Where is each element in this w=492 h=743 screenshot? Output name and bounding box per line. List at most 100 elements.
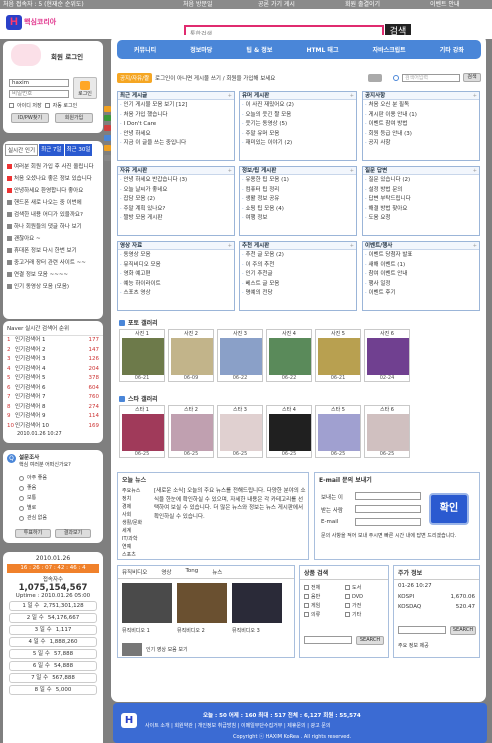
board-post-link[interactable]: 해결 방법 찾아요 xyxy=(365,205,477,215)
auto-login-checkbox[interactable] xyxy=(44,103,50,108)
board-post-link[interactable]: 유용한 팁 모음 (1) xyxy=(242,176,354,186)
news-category[interactable]: 세계 xyxy=(122,527,152,535)
site-logo[interactable]: H 핵심코리아 xyxy=(6,14,56,30)
more-icon[interactable]: + xyxy=(350,242,354,249)
result-button[interactable]: 결과보기 xyxy=(55,529,91,538)
shop-option[interactable]: 의류 xyxy=(304,611,343,618)
board-title[interactable]: 자유 게시판 xyxy=(120,167,147,174)
ranking-item[interactable]: 중고거래 장터 관련 사이트 ~~ xyxy=(7,257,99,269)
thumb-image[interactable] xyxy=(367,338,409,375)
gallery-thumb[interactable]: 스타 1 06-25 xyxy=(119,405,165,458)
nav-item[interactable]: 기타 강좌 xyxy=(440,45,464,54)
ranking-item[interactable]: 휴대폰 정보 다시 한번 보기 xyxy=(7,245,99,257)
gallery-thumb[interactable]: 스타 5 06-25 xyxy=(315,405,361,458)
search-rank-row[interactable]: 6 인기검색어 6 604 xyxy=(3,384,103,394)
star-icon[interactable] xyxy=(104,106,111,112)
poll-option[interactable]: 좋음 xyxy=(19,483,47,493)
news-category[interactable]: 정치 xyxy=(122,495,152,503)
info-icon[interactable] xyxy=(104,135,111,141)
poll-option[interactable]: 관심 없음 xyxy=(19,513,47,523)
ranking-item[interactable]: 하나 회원들의 댓글 하나 보기 xyxy=(7,221,99,233)
board-post-link[interactable]: 이벤트 후기 xyxy=(365,289,477,299)
board-post-link[interactable]: 잡담 모음 (2) xyxy=(120,195,232,205)
shop-option[interactable]: 가전 xyxy=(345,602,384,609)
search-rank-row[interactable]: 5 인기검색어 5 378 xyxy=(3,374,103,384)
board-title[interactable]: 정보/팁 게시판 xyxy=(242,167,276,174)
board-post-link[interactable]: 인기 게시물 모음 보기 [12] xyxy=(120,101,232,111)
board-post-link[interactable]: 생활 정보 공유 xyxy=(242,195,354,205)
search-rank-row[interactable]: 4 인기검색어 4 204 xyxy=(3,365,103,375)
video-title[interactable]: 뮤직비디오 1 xyxy=(122,627,172,634)
board-post-link[interactable]: 베스트 글 모음 xyxy=(242,280,354,290)
board-post-link[interactable]: 추천 글 모음 (2) xyxy=(242,251,354,261)
board-title[interactable]: 공지사항 xyxy=(365,92,385,99)
poll-radio[interactable] xyxy=(19,485,24,491)
gallery-thumb[interactable]: 사진 3 06-22 xyxy=(217,329,263,382)
board-post-link[interactable]: 영화 예고편 xyxy=(120,270,232,280)
email-name-field[interactable] xyxy=(355,492,421,500)
search-rank-row[interactable]: 3 인기검색어 3 126 xyxy=(3,355,103,365)
board-post-link[interactable]: 스포츠 영상 xyxy=(120,289,232,299)
shop-checkbox[interactable] xyxy=(345,594,350,599)
heart-icon[interactable] xyxy=(104,125,111,131)
thumb-image[interactable] xyxy=(171,338,213,375)
shop-option[interactable]: 음반 xyxy=(304,593,343,600)
board-post-link[interactable]: 인기 추천글 xyxy=(242,270,354,280)
more-icon[interactable]: + xyxy=(350,167,354,174)
login-id-field[interactable]: haxim xyxy=(9,79,69,87)
ranking-item[interactable]: 인기 동영상 모음 (모음) xyxy=(7,281,99,293)
thumb-image[interactable] xyxy=(318,414,360,451)
board-post-link[interactable]: 처음 오신 분 필독 xyxy=(365,101,477,111)
ranking-item[interactable]: 여러분 회원 가입 후 사진 올립니다 xyxy=(7,161,99,173)
board-search-button[interactable]: 검색 xyxy=(463,73,481,82)
shop-option[interactable]: 기타 xyxy=(345,611,384,618)
vote-button[interactable]: 투표하기 xyxy=(15,529,51,538)
more-button[interactable] xyxy=(368,73,382,82)
board-post-link[interactable]: 짤방 모음 게시판 xyxy=(120,214,232,224)
thumb-image[interactable] xyxy=(269,338,311,375)
shop-checkbox[interactable] xyxy=(304,594,309,599)
video-thumbnail[interactable] xyxy=(232,583,282,623)
search-rank-row[interactable]: 10인기검색어 10 169 xyxy=(3,422,103,432)
find-id-pw-button[interactable]: ID/PW찾기 xyxy=(11,113,49,123)
more-icon[interactable]: + xyxy=(228,242,232,249)
media-tab[interactable]: 영상 xyxy=(161,568,171,576)
gallery-thumb[interactable]: 사진 2 06-09 xyxy=(168,329,214,382)
shop-checkbox[interactable] xyxy=(304,603,309,608)
footer-links[interactable]: 사이트 소개 | 회원약관 | 개인정보 취급방침 | 이메일무단수집거부 | … xyxy=(145,722,331,729)
board-post-link[interactable]: 질문 있습니다 (2) xyxy=(365,176,477,186)
board-post-link[interactable]: 안녕 하세요 xyxy=(120,130,232,140)
news-category[interactable]: 생활/문화 xyxy=(122,519,152,527)
thumb-image[interactable] xyxy=(171,414,213,451)
poll-option[interactable]: 보통 xyxy=(19,493,47,503)
top-link[interactable]: 이벤트 안내 xyxy=(430,0,460,9)
poll-radio[interactable] xyxy=(19,505,24,511)
more-icon[interactable]: + xyxy=(228,167,232,174)
shop-checkbox[interactable] xyxy=(345,603,350,608)
gallery-thumb[interactable]: 스타 3 06-25 xyxy=(217,405,263,458)
thumb-image[interactable] xyxy=(367,414,409,451)
nav-item[interactable]: 자바스크립트 xyxy=(373,45,406,54)
video-thumbnail[interactable] xyxy=(122,583,172,623)
shop-checkbox[interactable] xyxy=(304,612,309,617)
shop-search-input[interactable] xyxy=(304,636,352,644)
board-post-link[interactable]: 공지 사항 xyxy=(365,139,477,149)
board-title[interactable]: 이벤트/행사 xyxy=(365,242,392,249)
thumb-image[interactable] xyxy=(318,338,360,375)
video-thumbnail[interactable] xyxy=(122,643,142,656)
news-category[interactable]: 스포츠 xyxy=(122,551,152,559)
tab-ranking[interactable]: 최근 7일 xyxy=(39,144,64,156)
video-title[interactable]: 뮤직비디오 3 xyxy=(232,627,282,634)
board-post-link[interactable]: 주말 계획 있나요? xyxy=(120,205,232,215)
board-search-input[interactable]: 검색어입력 xyxy=(402,73,460,82)
board-post-link[interactable]: 게시판 이용 안내 (1) xyxy=(365,111,477,121)
board-post-link[interactable]: 행사 일정 xyxy=(365,280,477,290)
media-caption[interactable]: 인기 영상 모음 보기 xyxy=(146,646,188,653)
nav-item[interactable]: 정보마당 xyxy=(190,45,212,54)
search-rank-row[interactable]: 8 인기검색어 8 274 xyxy=(3,403,103,413)
ranking-item[interactable]: 처음 오셨나요 좋은 정보 있습니다 xyxy=(7,173,99,185)
board-post-link[interactable]: 지금 이 글을 쓰는 중입니다 xyxy=(120,139,232,149)
board-post-link[interactable]: 컴퓨터 팁 정리 xyxy=(242,186,354,196)
board-post-link[interactable]: I Don't Care xyxy=(120,120,232,130)
board-post-link[interactable]: 여행 정보 xyxy=(242,214,354,224)
